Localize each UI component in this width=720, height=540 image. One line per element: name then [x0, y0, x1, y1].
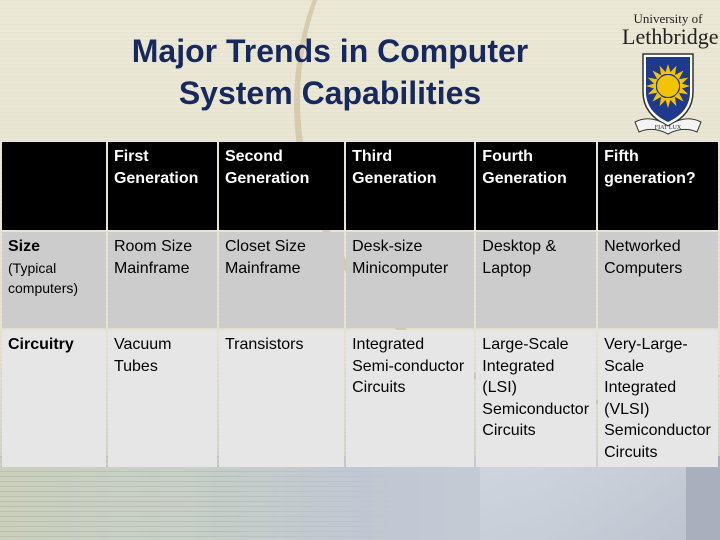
table-cell: Desk-size Minicomputer [346, 232, 475, 328]
table-cell: Large-Scale Integrated (LSI) Semiconduct… [476, 330, 597, 467]
header-cell: Second Generation [218, 142, 345, 230]
sun-icon [646, 64, 690, 108]
title-line-1: Major Trends in Computer [131, 33, 529, 69]
title-line-2: System Capabilities [178, 75, 482, 111]
generations-table: First Generation Second Generation Third… [0, 140, 720, 469]
table-cell: Desktop & Laptop [476, 232, 597, 328]
table-cell: Transistors [218, 330, 345, 467]
table-cell: Very-Large-Scale Integrated (VLSI) Semic… [598, 330, 718, 467]
logo-motto: FIAT LUX [655, 125, 682, 131]
table-cell: Integrated Semi-conductor Circuits [346, 330, 475, 467]
row-header: Circuitry [8, 336, 74, 353]
header-cell: First Generation [107, 142, 217, 230]
row-header-cell: Circuitry [2, 330, 106, 467]
table-cell: Vacuum Tubes [107, 330, 217, 467]
shield-crest-icon: FIAT LUX [634, 53, 702, 135]
table-cell: Room Size Mainframe [107, 232, 217, 328]
row-subheader: (Typical computers) [8, 259, 79, 296]
slide-title: Major Trends in Computer System Capabili… [60, 30, 600, 114]
logo-text-line-2: Lethbridge [622, 24, 719, 49]
table-cell: Networked Computers [598, 232, 718, 328]
header-cell: Fifth generation? [598, 142, 718, 230]
header-cell: Third Generation [346, 142, 475, 230]
table-row: Size (Typical computers) Room Size Mainf… [2, 232, 718, 328]
header-cell-empty [2, 142, 106, 230]
row-header: Size [8, 238, 41, 255]
table-cell: Closet Size Mainframe [218, 232, 345, 328]
table-header-row: First Generation Second Generation Third… [2, 142, 718, 230]
university-logo: University of Lethbridge FIAT LUX [622, 12, 719, 136]
table-row: Circuitry Vacuum Tubes Transistors Integ… [2, 330, 718, 467]
header-cell: Fourth Generation [476, 142, 597, 230]
row-header-cell: Size (Typical computers) [2, 232, 106, 328]
